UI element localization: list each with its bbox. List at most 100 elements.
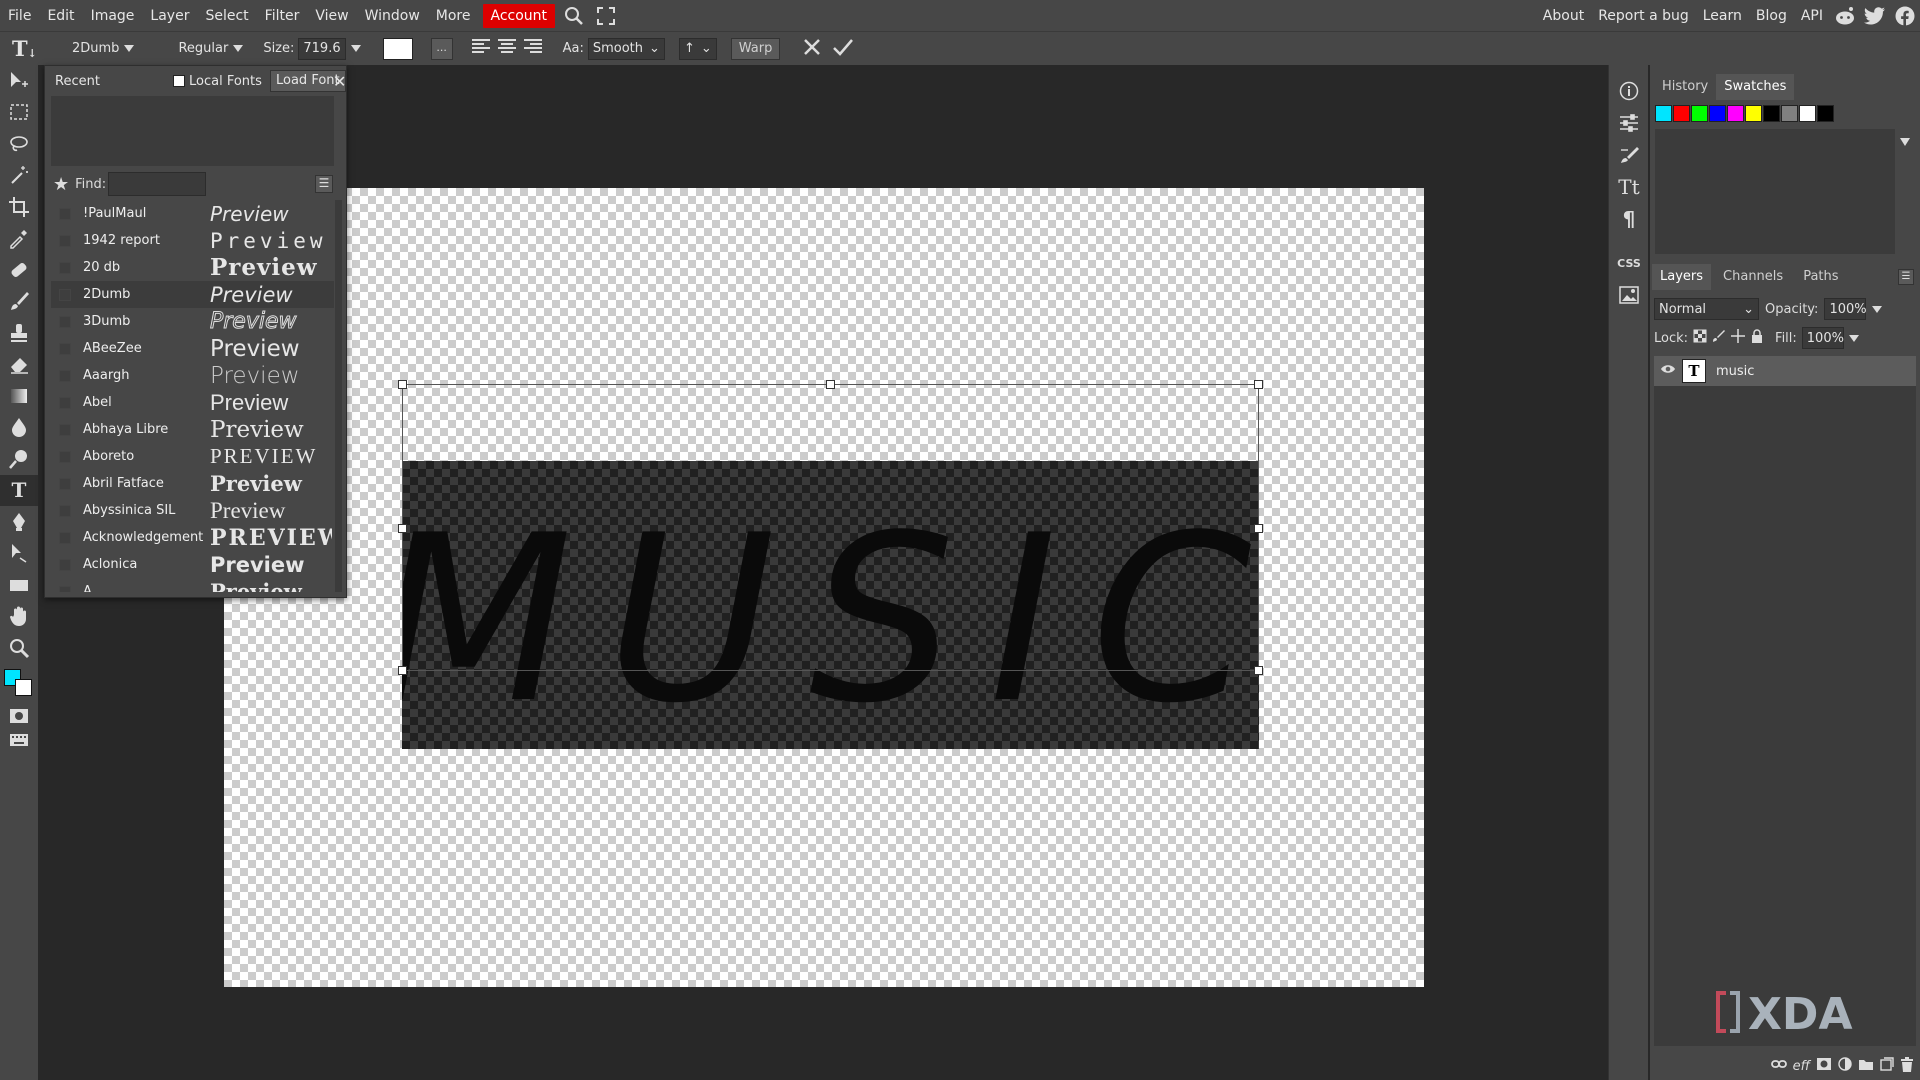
tab-history[interactable]: History — [1654, 74, 1716, 100]
swatch-cyan[interactable] — [1655, 105, 1672, 122]
font-list-scrollbar[interactable] — [335, 200, 342, 592]
link-learn[interactable]: Learn — [1696, 4, 1749, 28]
list-menu-icon[interactable]: ☰ — [315, 175, 333, 193]
size-dropdown-icon[interactable] — [350, 45, 361, 52]
twitter-icon[interactable] — [1860, 0, 1890, 31]
dodge-tool[interactable] — [0, 443, 38, 475]
magic-wand-tool[interactable] — [0, 160, 38, 192]
handle-top-right[interactable] — [1254, 380, 1263, 389]
font-row[interactable]: ABeeZee Preview — [51, 335, 334, 362]
font-row[interactable]: Aclonica Preview — [51, 551, 334, 578]
fill-input[interactable]: 100% — [1801, 327, 1844, 349]
pen-tool[interactable] — [0, 506, 38, 538]
font-row[interactable]: Aaargh Preview — [51, 362, 334, 389]
quick-mask-icon[interactable] — [0, 704, 38, 728]
lock-pixels-icon[interactable] — [1712, 329, 1726, 347]
fill-dropdown-icon[interactable] — [1848, 334, 1859, 342]
close-icon[interactable]: ✕ — [333, 72, 346, 91]
swatch-red[interactable] — [1673, 105, 1690, 122]
handle-top-left[interactable] — [398, 380, 407, 389]
lock-all-icon[interactable] — [1750, 329, 1764, 347]
fullscreen-icon[interactable] — [593, 3, 619, 29]
zoom-tool[interactable] — [0, 632, 38, 664]
tab-layers[interactable]: Layers — [1652, 264, 1712, 290]
handle-middle-left[interactable] — [398, 524, 407, 533]
document-canvas[interactable]: MUSIC — [224, 188, 1424, 987]
font-row-selected[interactable]: 2Dumb Preview — [51, 281, 334, 308]
eyedropper-tool[interactable] — [0, 223, 38, 255]
opacity-dropdown-icon[interactable] — [1872, 305, 1883, 313]
layers-menu-icon[interactable]: ☰ — [1898, 269, 1914, 285]
more-options-button[interactable]: ... — [430, 37, 453, 60]
adjustment-layer-icon[interactable] — [1838, 1057, 1852, 1075]
font-row[interactable]: A Preview — [51, 578, 334, 592]
character-icon[interactable]: Tt — [1609, 171, 1649, 203]
blur-tool[interactable] — [0, 412, 38, 444]
font-search-input[interactable] — [108, 172, 207, 196]
tab-channels[interactable]: Channels — [1715, 264, 1791, 290]
link-icon[interactable] — [1770, 1058, 1787, 1074]
hand-tool[interactable] — [0, 601, 38, 633]
menu-filter[interactable]: Filter — [257, 4, 308, 28]
align-center-icon[interactable] — [497, 38, 517, 60]
lasso-tool[interactable] — [0, 128, 38, 160]
font-row[interactable]: Abyssinica SIL Preview — [51, 497, 334, 524]
css-panel-button[interactable]: CSS — [1609, 247, 1649, 279]
swatch-gray[interactable] — [1781, 105, 1798, 122]
mask-icon[interactable] — [1816, 1057, 1832, 1075]
background-color[interactable] — [15, 678, 32, 696]
font-row[interactable]: Acknowledgement PREVIEW — [51, 524, 334, 551]
keyboard-icon[interactable] — [0, 728, 38, 752]
paragraph-icon[interactable]: ¶ — [1609, 203, 1649, 235]
gradient-tool[interactable] — [0, 380, 38, 412]
menu-window[interactable]: Window — [357, 4, 428, 28]
font-row[interactable]: 3Dumb Preview — [51, 308, 334, 335]
healing-tool[interactable] — [0, 254, 38, 286]
menu-select[interactable]: Select — [197, 4, 256, 28]
swatch-white[interactable] — [1799, 105, 1816, 122]
layer-row-music[interactable]: T music — [1654, 356, 1916, 386]
font-row[interactable]: !PaulMaul Preview — [51, 200, 334, 227]
search-icon[interactable] — [561, 3, 587, 29]
brush-settings-icon[interactable] — [1609, 139, 1649, 171]
local-fonts-toggle[interactable]: Local Fonts — [173, 74, 262, 89]
marquee-tool[interactable] — [0, 97, 38, 129]
antialias-select[interactable]: Smooth ⌄ — [587, 37, 665, 60]
swatch-black[interactable] — [1763, 105, 1780, 122]
menu-edit[interactable]: Edit — [39, 4, 82, 28]
facebook-icon[interactable] — [1890, 0, 1920, 31]
reddit-icon[interactable] — [1830, 0, 1860, 31]
font-row[interactable]: Abel Preview — [51, 389, 334, 416]
eye-icon[interactable] — [1660, 363, 1676, 379]
font-row[interactable]: 1942 report Preview — [51, 227, 334, 254]
font-style-dropdown[interactable]: Regular — [178, 36, 244, 62]
opacity-input[interactable]: 100% — [1824, 298, 1867, 320]
shape-tool[interactable] — [0, 569, 38, 601]
lock-position-icon[interactable] — [1731, 329, 1746, 347]
swatch-magenta[interactable] — [1727, 105, 1744, 122]
effects-button[interactable]: eff — [1793, 1059, 1810, 1074]
link-api[interactable]: API — [1794, 4, 1830, 28]
crop-tool[interactable] — [0, 191, 38, 223]
delete-layer-icon[interactable] — [1900, 1056, 1914, 1076]
eraser-tool[interactable] — [0, 349, 38, 381]
cancel-icon[interactable] — [802, 37, 822, 61]
menu-image[interactable]: Image — [83, 4, 143, 28]
size-input[interactable]: 719.6 — [298, 37, 346, 60]
font-row[interactable]: Abhaya Libre Preview — [51, 416, 334, 443]
font-row[interactable]: Abril Fatface Preview — [51, 470, 334, 497]
adjustments-icon[interactable] — [1609, 107, 1649, 139]
star-icon[interactable]: ★ — [53, 174, 69, 195]
menu-account[interactable]: Account — [482, 3, 556, 28]
folder-icon[interactable] — [1858, 1058, 1874, 1075]
blend-mode-select[interactable]: Normal ⌄ — [1654, 298, 1759, 320]
link-blog[interactable]: Blog — [1749, 4, 1794, 28]
menu-file[interactable]: File — [0, 4, 39, 28]
link-report-bug[interactable]: Report a bug — [1591, 4, 1696, 28]
type-tool[interactable]: T — [0, 474, 38, 506]
tab-paths[interactable]: Paths — [1795, 264, 1846, 290]
text-bounding-box[interactable] — [398, 380, 1263, 675]
handle-middle-right[interactable] — [1254, 524, 1263, 533]
swatch-black-2[interactable] — [1817, 105, 1834, 122]
stamp-tool[interactable] — [0, 317, 38, 349]
